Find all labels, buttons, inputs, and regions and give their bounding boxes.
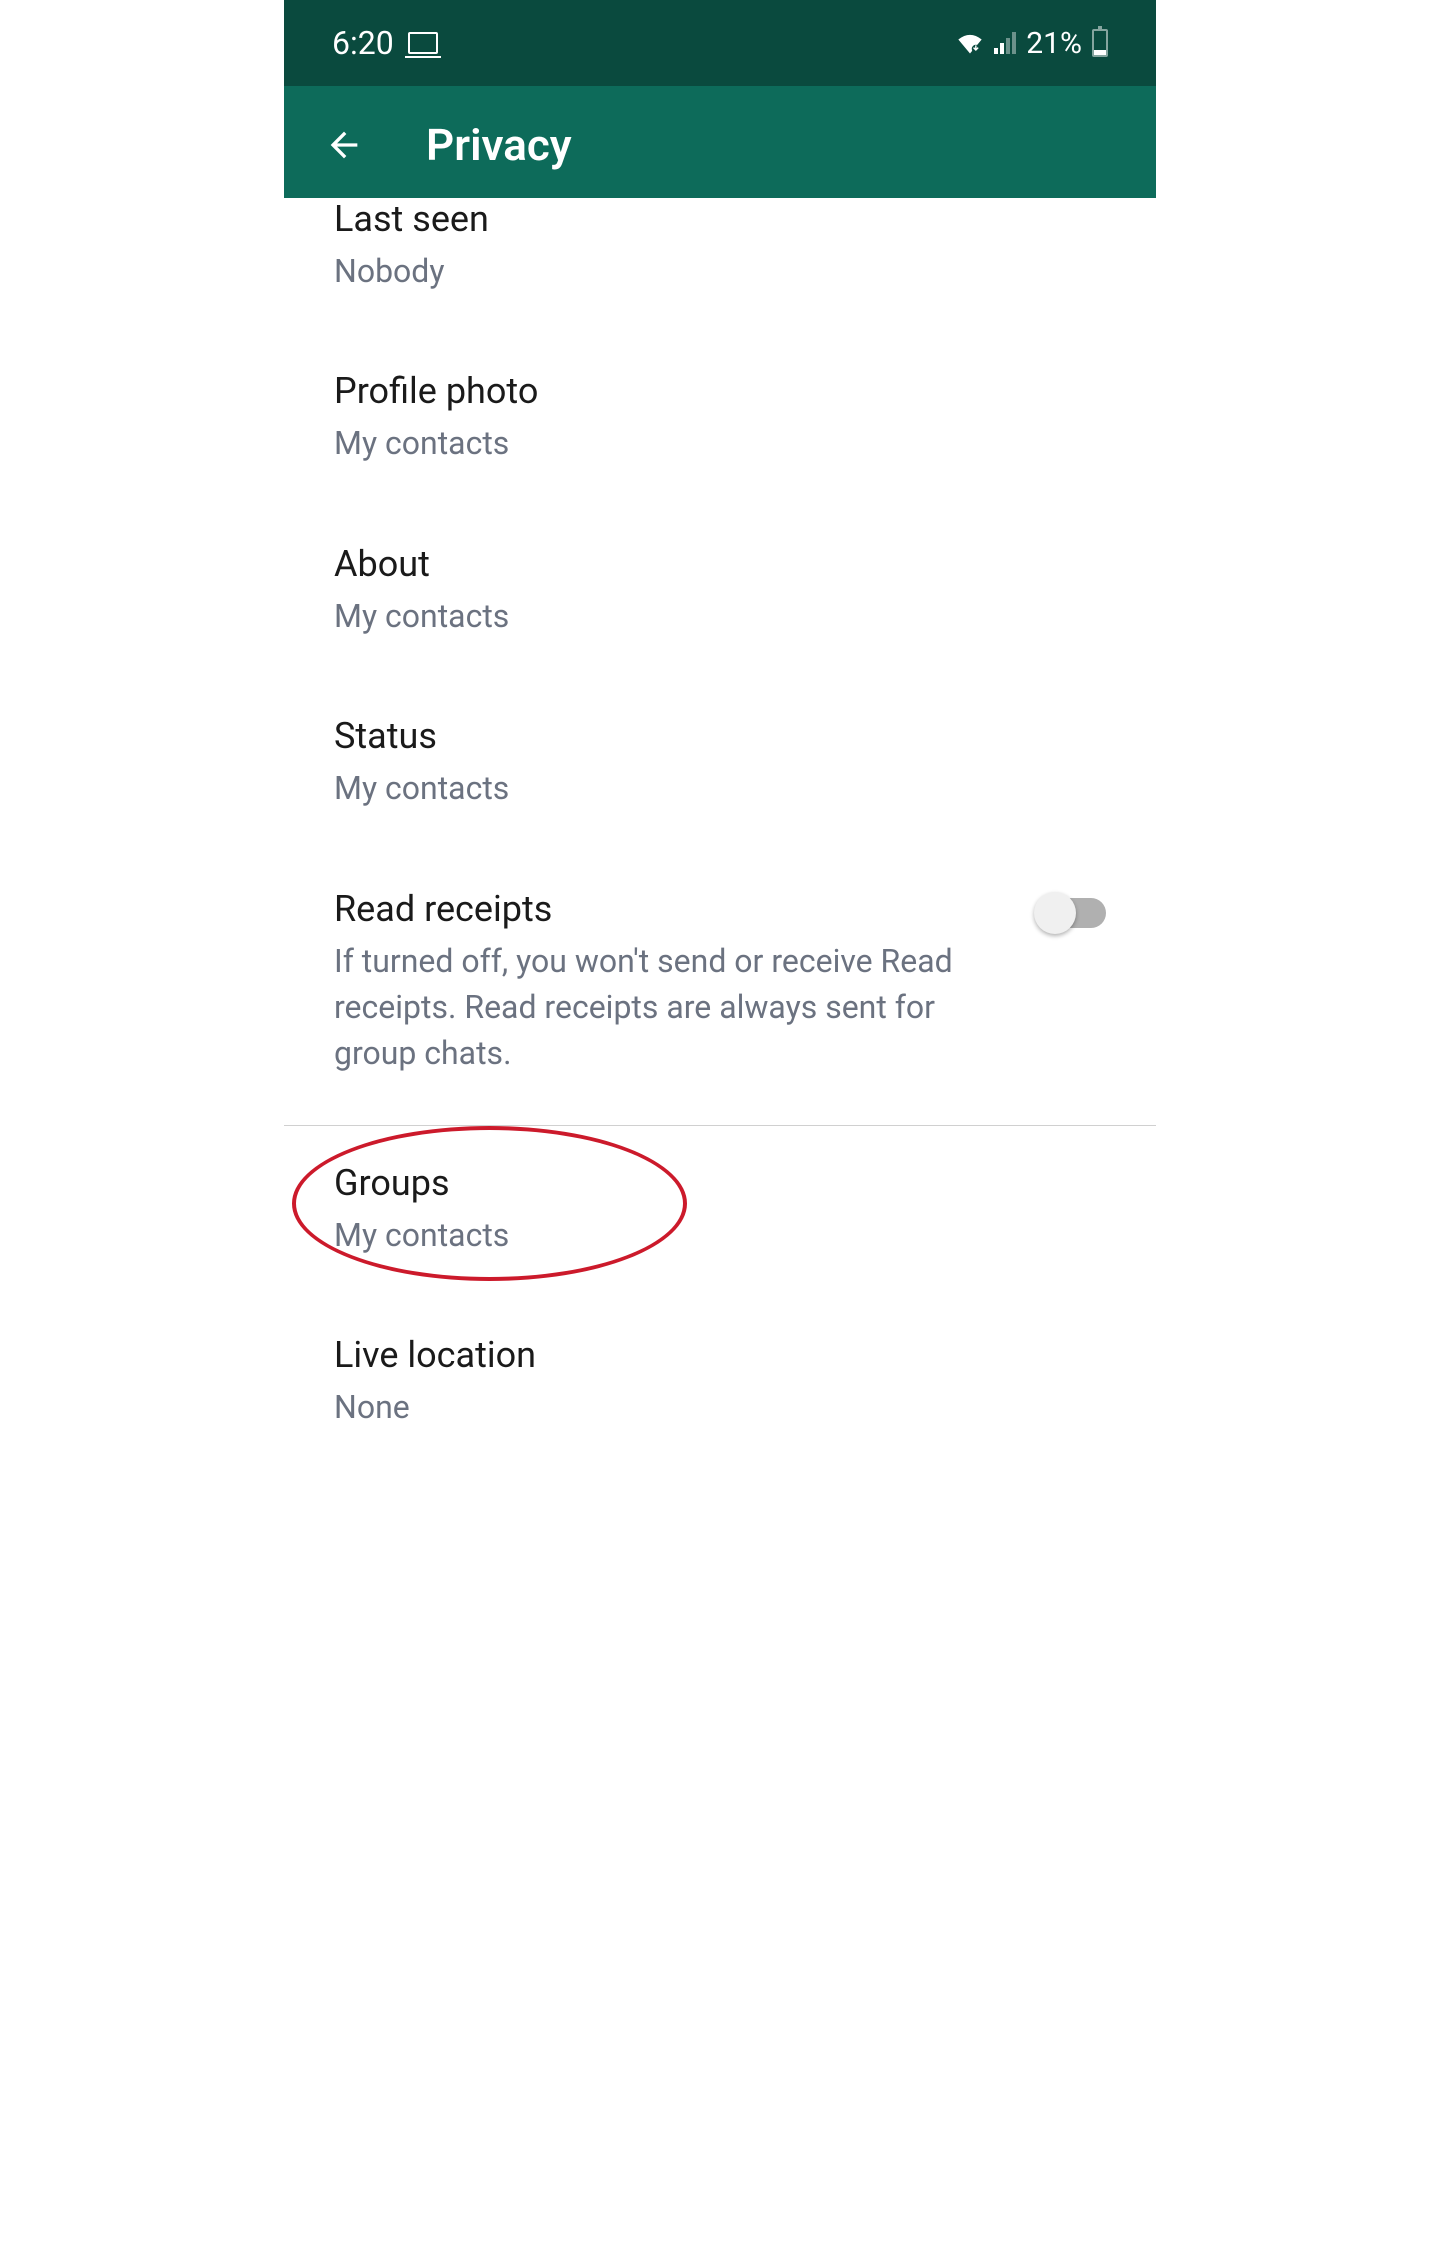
setting-title: Last seen [334,198,1106,240]
setting-value: My contacts [334,765,1106,811]
setting-title: Read receipts [334,888,1006,930]
battery-icon [1092,29,1108,57]
setting-profile-photo[interactable]: Profile photo My contacts [284,334,1156,506]
setting-read-receipts[interactable]: Read receipts If turned off, you won't s… [284,852,1156,1125]
status-time: 6:20 [332,24,394,62]
setting-value: My contacts [334,420,1106,466]
page-title: Privacy [426,119,572,171]
setting-value: My contacts [334,1212,1106,1258]
setting-value: My contacts [334,593,1106,639]
read-receipts-toggle[interactable] [1036,898,1106,928]
setting-title: Profile photo [334,370,1106,412]
toggle-thumb [1034,892,1076,934]
settings-list: Last seen Nobody Profile photo My contac… [284,198,1156,1471]
arrow-left-icon [324,125,364,165]
setting-title: About [334,543,1106,585]
signal-icon [994,32,1016,54]
status-bar: 6:20 21% [284,0,1156,86]
laptop-icon [408,32,438,54]
setting-title: Groups [334,1162,1106,1204]
setting-about[interactable]: About My contacts [284,507,1156,679]
battery-percent: 21% [1026,26,1082,61]
setting-live-location[interactable]: Live location None [284,1298,1156,1470]
setting-value: None [334,1384,1106,1430]
setting-last-seen[interactable]: Last seen Nobody [284,198,1156,334]
back-button[interactable] [324,125,364,165]
app-bar: Privacy [284,86,1156,204]
wifi-icon [956,32,984,54]
setting-title: Status [334,715,1106,757]
setting-groups[interactable]: Groups My contacts [284,1126,1156,1298]
setting-title: Live location [334,1334,1106,1376]
status-right: 21% [956,26,1108,61]
setting-status[interactable]: Status My contacts [284,679,1156,851]
setting-description: If turned off, you won't send or receive… [334,938,1006,1077]
setting-value: Nobody [334,248,1106,294]
status-left: 6:20 [332,24,438,62]
